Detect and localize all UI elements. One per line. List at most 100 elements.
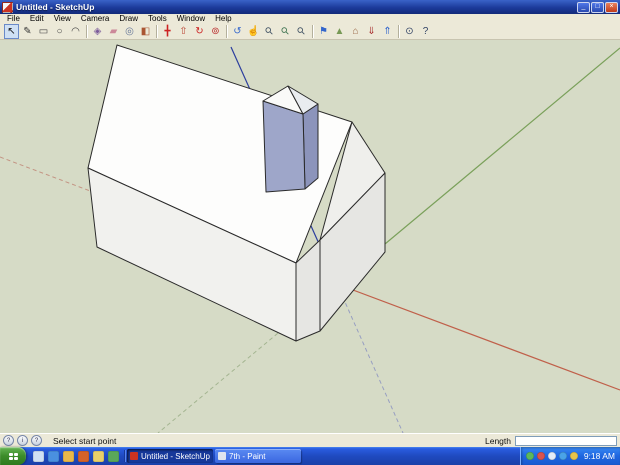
pan-hand-icon: ☝ [247, 25, 260, 37]
start-button[interactable] [0, 447, 26, 465]
minimize-button[interactable]: _ [577, 1, 590, 13]
length-input[interactable] [515, 435, 617, 446]
pencil-icon: ✎ [23, 25, 32, 37]
share-model-tool[interactable]: ⇑ [380, 24, 395, 39]
menu-item-help[interactable]: Help [210, 14, 236, 23]
rotate-tool[interactable]: ↻ [192, 24, 207, 39]
menu-item-file[interactable]: File [2, 14, 25, 23]
taskbar-separator [124, 450, 125, 462]
offset-icon: ⊚ [211, 25, 220, 37]
zoom-extents-tool[interactable]: ⚲ [278, 24, 293, 39]
show-desktop-icon[interactable] [33, 450, 44, 462]
app-shortcut-icon[interactable] [108, 450, 119, 462]
offset-tool[interactable]: ⊚ [208, 24, 223, 39]
window-controls: _ □ × [577, 1, 618, 13]
zoom-previous-icon: ⚲ [295, 24, 308, 38]
length-label: Length [485, 435, 511, 446]
toolbar-separator [398, 24, 399, 38]
status-info-icon[interactable]: i [17, 435, 28, 446]
zoom-previous-tool[interactable]: ⚲ [294, 24, 309, 39]
sketchup-window: Untitled - SketchUp _ □ × File Edit View… [0, 0, 620, 465]
antivirus-tray-icon[interactable] [525, 452, 534, 460]
circle-icon: ○ [56, 25, 63, 37]
camera-tools-group: ↺ ☝ ⚲ ⚲ ⚲ [228, 24, 311, 39]
taskbar-task-sketchup[interactable]: Untitled - SketchUp [127, 449, 213, 463]
email-icon[interactable] [63, 450, 74, 462]
push-pull-icon: ⇧ [179, 25, 188, 37]
menu-item-tools[interactable]: Tools [143, 14, 172, 23]
volume-tray-icon[interactable] [547, 452, 556, 460]
zoom-extents-icon: ⚲ [279, 24, 292, 38]
window-title: Untitled - SketchUp [16, 2, 95, 12]
network-tray-icon[interactable] [558, 452, 567, 460]
quick-launch-bar [29, 447, 123, 465]
instructor-tool[interactable]: ? [418, 24, 433, 39]
internet-explorer-icon[interactable] [48, 450, 59, 462]
edit-tools-group: ◈ ▰ ◎ ◧ [88, 24, 155, 39]
paint-task-icon [218, 452, 226, 460]
zoom-tool[interactable]: ⚲ [262, 24, 277, 39]
move-icon: ╋ [164, 25, 171, 37]
tape-measure-tool[interactable]: ◎ [122, 24, 137, 39]
taskbar: Untitled - SketchUp 7th - Paint 9:18 AM [0, 447, 620, 465]
house-icon: ⌂ [352, 25, 359, 37]
media-player-icon[interactable] [78, 450, 89, 462]
sketchup-app-icon [2, 1, 13, 13]
place-model-tool[interactable]: ⌂ [348, 24, 363, 39]
status-help-icon[interactable]: ? [3, 435, 14, 446]
menu-item-window[interactable]: Window [172, 14, 210, 23]
get-models-tool[interactable]: ⇓ [364, 24, 379, 39]
viewport-3d[interactable] [0, 40, 620, 433]
update-tray-icon[interactable] [536, 452, 545, 460]
task-label: Untitled - SketchUp [141, 451, 210, 461]
model-tools-group: ⚑ ▲ ⌂ ⇓ ⇑ [314, 24, 397, 39]
rotate-icon: ↻ [195, 25, 204, 37]
line-tool[interactable]: ✎ [20, 24, 35, 39]
chimney-side-face[interactable] [302, 103, 319, 190]
terrain-icon: ▲ [334, 25, 345, 37]
windows-flag-icon [8, 452, 18, 460]
close-button[interactable]: × [605, 1, 618, 13]
get-current-view-tool[interactable]: ⚑ [316, 24, 331, 39]
folder-icon[interactable] [93, 450, 104, 462]
arc-icon: ◠ [71, 25, 80, 37]
select-tool[interactable]: ↖ [4, 23, 19, 39]
model-info-tool[interactable]: ⊙ [402, 24, 417, 39]
status-hint-text: Select start point [53, 435, 117, 446]
taskbar-task-paint[interactable]: 7th - Paint [215, 449, 301, 463]
status-bar: ? i ? Select start point Length [0, 433, 620, 447]
toggle-terrain-tool[interactable]: ▲ [332, 24, 347, 39]
status-question-icon[interactable]: ? [31, 435, 42, 446]
taskbar-clock: 9:18 AM [583, 451, 615, 461]
orbit-tool[interactable]: ↺ [230, 24, 245, 39]
pan-tool[interactable]: ☝ [246, 24, 261, 39]
task-label: 7th - Paint [229, 451, 266, 461]
toolbar-separator [156, 24, 157, 38]
paint-bucket-tool[interactable]: ◧ [138, 24, 153, 39]
messenger-tray-icon[interactable] [569, 452, 578, 460]
eraser-tool[interactable]: ▰ [106, 24, 121, 39]
chimney-front-face[interactable] [262, 100, 306, 193]
title-bar: Untitled - SketchUp _ □ × [0, 0, 620, 14]
maximize-button[interactable]: □ [591, 1, 604, 13]
menu-item-draw[interactable]: Draw [114, 14, 143, 23]
circle-tool[interactable]: ○ [52, 24, 67, 39]
upload-icon: ⇑ [383, 25, 392, 37]
magnifier-icon: ⚲ [263, 24, 276, 38]
system-tray: 9:18 AM [519, 447, 620, 465]
rectangle-tool[interactable]: ▭ [36, 24, 51, 39]
move-tool[interactable]: ╋ [160, 24, 175, 39]
arc-tool[interactable]: ◠ [68, 24, 83, 39]
toolbar-separator [86, 24, 87, 38]
make-component-tool[interactable]: ◈ [90, 24, 105, 39]
menu-item-edit[interactable]: Edit [25, 14, 49, 23]
tape-measure-icon: ◎ [125, 25, 134, 37]
menu-item-camera[interactable]: Camera [76, 14, 114, 23]
paint-bucket-icon: ◧ [140, 25, 151, 37]
orbit-icon: ↺ [233, 25, 242, 37]
question-icon: ? [422, 25, 429, 37]
push-pull-tool[interactable]: ⇧ [176, 24, 191, 39]
menu-item-view[interactable]: View [49, 14, 76, 23]
rectangle-icon: ▭ [38, 25, 49, 37]
info-icon: ⊙ [405, 25, 414, 37]
